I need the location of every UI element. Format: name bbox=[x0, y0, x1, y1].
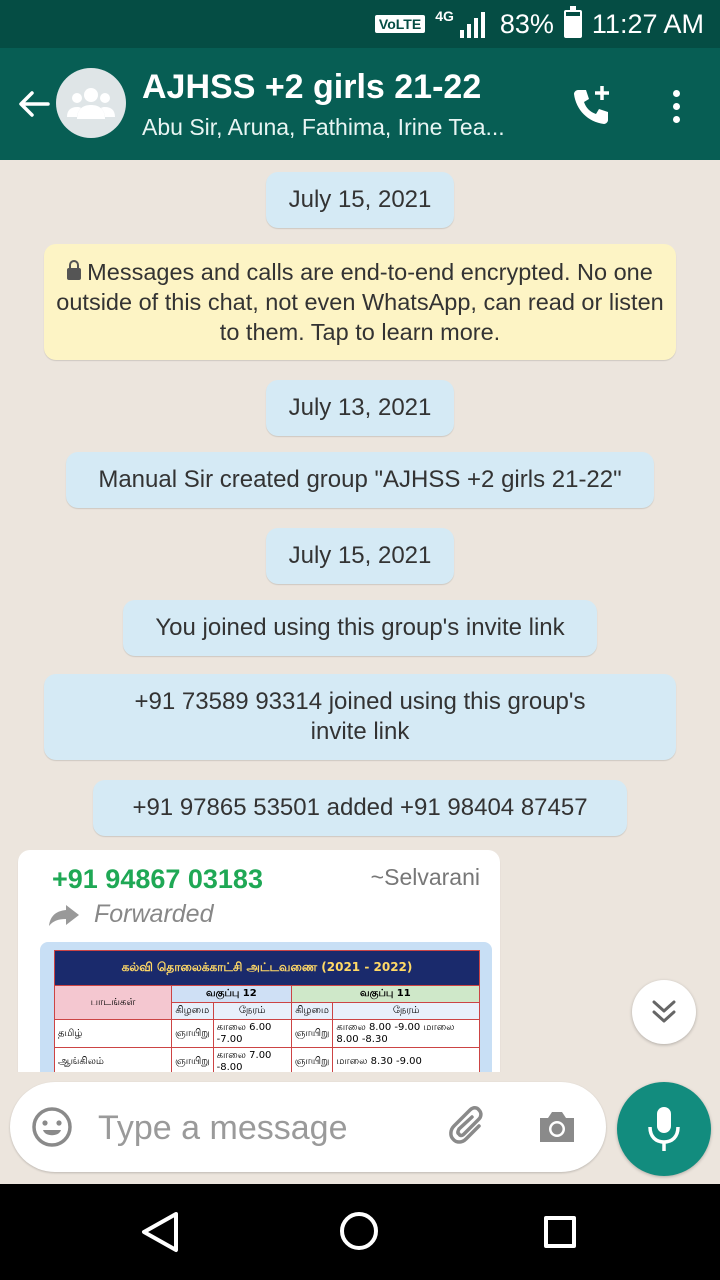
table-cell: ஞாயிறு bbox=[171, 1047, 214, 1072]
battery-icon bbox=[563, 6, 582, 38]
table-cell: ஆங்கிலம் bbox=[54, 1047, 172, 1072]
group-title[interactable]: AJHSS +2 girls 21-22 bbox=[142, 68, 481, 107]
table-cell: காலை 7.00 -8.00 bbox=[212, 1047, 292, 1072]
nav-home-icon[interactable] bbox=[340, 1212, 378, 1250]
group-avatar-icon[interactable] bbox=[56, 68, 126, 138]
day-header: கிழமை bbox=[290, 1002, 334, 1020]
system-message-joined: +91 73589 93314 joined using this group'… bbox=[44, 674, 676, 760]
day-header: கிழமை bbox=[171, 1002, 214, 1020]
date-chip: July 15, 2021 bbox=[266, 172, 454, 228]
table-cell: ஞாயிறு bbox=[171, 1019, 214, 1048]
forward-icon bbox=[49, 904, 79, 926]
date-chip: July 15, 2021 bbox=[266, 528, 454, 584]
clock: 11:27 AM bbox=[591, 8, 704, 39]
navigation-bar bbox=[0, 1184, 720, 1280]
group-members[interactable]: Abu Sir, Aruna, Fathima, Irine Tea... bbox=[142, 114, 505, 141]
lock-icon bbox=[67, 260, 82, 280]
time-header: நேரம் bbox=[332, 1002, 480, 1020]
message-bubble[interactable]: +91 94867 03183 ~Selvarani Forwarded கல்… bbox=[18, 850, 500, 1072]
schedule-banner: கல்வி தொலைக்காட்சி அட்டவணை (2021 - 2022) bbox=[54, 950, 480, 986]
message-input[interactable] bbox=[96, 1102, 400, 1154]
chevron-double-down-icon bbox=[652, 1000, 676, 1023]
scroll-down-button[interactable] bbox=[632, 980, 696, 1044]
table-cell: மாலை 8.30 -9.00 bbox=[332, 1047, 480, 1072]
system-message-you-joined: You joined using this group's invite lin… bbox=[123, 600, 597, 656]
signal-icon bbox=[459, 12, 485, 38]
system-message-added: +91 97865 53501 added +91 98404 87457 bbox=[93, 780, 627, 836]
back-arrow-icon[interactable] bbox=[14, 84, 54, 124]
message-composer bbox=[10, 1082, 606, 1172]
attach-icon[interactable] bbox=[446, 1104, 492, 1150]
class11-header: வகுப்பு 11 bbox=[290, 985, 481, 1003]
add-call-icon[interactable] bbox=[568, 82, 616, 130]
status-bar: VoLTE 4G 83% 11:27 AM bbox=[0, 0, 720, 48]
network-type: 4G bbox=[435, 8, 454, 24]
forwarded-text: Forwarded bbox=[94, 900, 214, 928]
encryption-text: Messages and calls are end-to-end encryp… bbox=[56, 259, 664, 345]
table-cell: தமிழ் bbox=[54, 1019, 172, 1048]
date-chip: July 13, 2021 bbox=[266, 380, 454, 436]
chat-header: AJHSS +2 girls 21-22 Abu Sir, Aruna, Fat… bbox=[0, 48, 720, 160]
time-header: நேரம் bbox=[212, 1002, 292, 1020]
message-sender[interactable]: +91 94867 03183 bbox=[52, 864, 263, 895]
system-message-created: Manual Sir created group "AJHSS +2 girls… bbox=[66, 452, 654, 508]
table-cell: காலை 8.00 -9.00 மாலை 8.00 -8.30 bbox=[332, 1019, 480, 1048]
camera-icon[interactable] bbox=[534, 1104, 580, 1150]
table-cell: ஞாயிறு bbox=[290, 1019, 334, 1048]
class12-header: வகுப்பு 12 bbox=[171, 985, 292, 1003]
volte-indicator: VoLTE bbox=[374, 15, 426, 33]
nav-recents-icon[interactable] bbox=[544, 1216, 576, 1248]
forwarded-label: Forwarded bbox=[48, 900, 214, 929]
encryption-notice[interactable]: Messages and calls are end-to-end encryp… bbox=[44, 244, 676, 360]
nav-back-icon[interactable] bbox=[138, 1208, 182, 1256]
table-cell: காலை 6.00 -7.00 bbox=[212, 1019, 292, 1048]
chat-area[interactable]: July 15, 2021 Messages and calls are end… bbox=[0, 160, 720, 1072]
message-push-name: ~Selvarani bbox=[370, 864, 480, 890]
mic-icon bbox=[648, 1107, 680, 1151]
emoji-icon[interactable] bbox=[30, 1105, 74, 1149]
more-vert-icon[interactable] bbox=[660, 82, 692, 130]
battery-percent: 83% bbox=[499, 8, 554, 39]
subjects-header: பாடங்கள் bbox=[54, 985, 172, 1020]
schedule-table: கல்வி தொலைக்காட்சி அட்டவணை (2021 - 2022)… bbox=[54, 950, 481, 1072]
voice-message-button[interactable] bbox=[617, 1082, 711, 1176]
message-image[interactable]: கல்வி தொலைக்காட்சி அட்டவணை (2021 - 2022)… bbox=[40, 942, 492, 1072]
table-cell: ஞாயிறு bbox=[290, 1047, 334, 1072]
